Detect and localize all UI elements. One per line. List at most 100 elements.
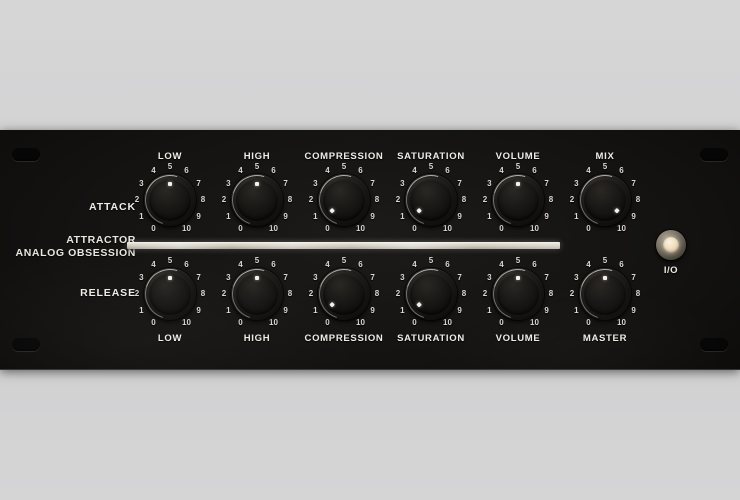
knob-scale-tick-6: 6 — [271, 260, 276, 270]
knob-scale-tick-8: 8 — [200, 289, 206, 298]
knob-scale-tick-4: 4 — [586, 260, 591, 270]
knob-bottom-low[interactable]: 0 1 2 3 4 5 6 7 8 9 10 — [128, 256, 212, 331]
knob-scale-tick-10: 10 — [617, 223, 626, 233]
knob-scale-tick-8: 8 — [548, 195, 554, 204]
knob-scale-tick-10: 10 — [269, 317, 278, 327]
knob-label-bottom-low: LOW — [157, 333, 183, 344]
knob-label-bottom-high: HIGH — [243, 333, 271, 344]
knob-top-low[interactable]: 0 1 2 3 4 5 6 7 8 9 10 — [128, 163, 212, 237]
knob-scale-tick-2: 2 — [221, 289, 227, 298]
knob-scale-tick-0: 0 — [499, 317, 504, 327]
knob-label-top-volume: VOLUME — [495, 151, 541, 162]
io-label: I/O — [663, 265, 679, 276]
knob-scale-tick-4: 4 — [499, 260, 504, 270]
knob-scale-tick-7: 7 — [544, 178, 549, 188]
knob-bottom-master[interactable]: 0 1 2 3 4 5 6 7 8 9 10 — [563, 256, 647, 331]
knob-scale-tick-7: 7 — [283, 178, 288, 188]
knob-scale-tick-7: 7 — [631, 272, 636, 282]
knob-label-bottom-master: MASTER — [582, 333, 628, 344]
knob-scale-tick-5: 5 — [602, 256, 608, 265]
knob-scale-tick-4: 4 — [151, 166, 156, 176]
knob-label-top-high: HIGH — [243, 151, 271, 162]
knob-scale-tick-2: 2 — [395, 289, 401, 298]
rack-panel: ATTRACTOR ANALOG OBSESSION ATTACK RELEAS… — [0, 130, 740, 370]
knob-scale-tick-10: 10 — [182, 223, 191, 233]
knob-scale-tick-3: 3 — [487, 272, 492, 282]
knob-top-compression[interactable]: 0 1 2 3 4 5 6 7 8 9 10 — [302, 163, 386, 237]
io-bypass-button[interactable] — [656, 230, 686, 260]
knob-scale-tick-2: 2 — [482, 289, 488, 298]
knob-body[interactable] — [144, 268, 196, 320]
row-label-release: RELEASE — [80, 287, 136, 299]
knob-scale-tick-9: 9 — [457, 305, 462, 315]
knob-bottom-compression[interactable]: 0 1 2 3 4 5 6 7 8 9 10 — [302, 256, 386, 331]
rack-mount-slot-top-right — [700, 148, 728, 161]
knob-label-top-low: LOW — [157, 151, 183, 162]
knob-body[interactable] — [405, 174, 457, 226]
knob-scale-tick-4: 4 — [325, 260, 330, 270]
knob-body[interactable] — [492, 174, 544, 226]
knob-scale-tick-3: 3 — [139, 178, 144, 188]
knob-scale-tick-4: 4 — [586, 166, 591, 176]
knob-scale-tick-6: 6 — [532, 166, 537, 176]
knob-scale-tick-5: 5 — [254, 256, 260, 265]
knob-scale-tick-10: 10 — [443, 223, 452, 233]
knob-scale-tick-1: 1 — [139, 211, 144, 221]
knob-body[interactable] — [405, 268, 457, 320]
knob-scale-tick-1: 1 — [487, 305, 492, 315]
knob-body[interactable] — [579, 268, 631, 320]
knob-scale-tick-7: 7 — [631, 178, 636, 188]
knob-scale-tick-3: 3 — [574, 178, 579, 188]
knob-scale-tick-9: 9 — [457, 211, 462, 221]
knob-top-saturation[interactable]: 0 1 2 3 4 5 6 7 8 9 10 — [389, 163, 473, 237]
knob-label-bottom-saturation: SATURATION — [397, 333, 465, 344]
knob-body[interactable] — [144, 174, 196, 226]
knob-scale-tick-7: 7 — [370, 178, 375, 188]
knob-scale-tick-6: 6 — [445, 260, 450, 270]
knob-scale-tick-5: 5 — [341, 256, 347, 265]
rack-mount-slot-bottom-left — [12, 338, 40, 351]
knob-scale-tick-7: 7 — [544, 272, 549, 282]
knob-scale-tick-6: 6 — [184, 166, 189, 176]
knob-scale-tick-8: 8 — [200, 195, 206, 204]
knob-scale-tick-3: 3 — [313, 272, 318, 282]
knob-scale-tick-10: 10 — [356, 223, 365, 233]
knob-top-volume[interactable]: 0 1 2 3 4 5 6 7 8 9 10 — [476, 162, 560, 237]
knob-scale-tick-4: 4 — [412, 166, 417, 176]
knob-scale-tick-8: 8 — [287, 289, 293, 298]
knob-top-mix[interactable]: 0 1 2 3 4 5 6 7 8 9 10 — [563, 163, 647, 237]
knob-body[interactable] — [318, 174, 370, 226]
knob-scale-tick-5: 5 — [515, 162, 521, 171]
knob-bottom-saturation[interactable]: 0 1 2 3 4 5 6 7 8 9 10 — [389, 257, 473, 331]
knob-scale-tick-3: 3 — [226, 272, 231, 282]
knob-bottom-high[interactable]: 0 1 2 3 4 5 6 7 8 9 10 — [215, 256, 299, 331]
knob-scale-tick-7: 7 — [370, 272, 375, 282]
knob-body[interactable] — [231, 174, 283, 226]
knob-body[interactable] — [579, 174, 631, 226]
knob-body[interactable] — [318, 268, 370, 320]
knob-scale-tick-3: 3 — [226, 178, 231, 188]
knob-top-high[interactable]: 0 1 2 3 4 5 6 7 8 9 10 — [215, 163, 299, 237]
knob-label-top-compression: COMPRESSION — [304, 151, 384, 162]
knob-bottom-volume[interactable]: 0 1 2 3 4 5 6 7 8 9 10 — [476, 257, 560, 331]
knob-body[interactable] — [231, 268, 283, 320]
knob-label-bottom-compression: COMPRESSION — [304, 333, 384, 344]
knob-scale-tick-5: 5 — [167, 256, 173, 265]
knob-scale-tick-0: 0 — [238, 317, 243, 327]
knob-body[interactable] — [492, 268, 544, 320]
knob-scale-tick-2: 2 — [134, 289, 140, 298]
knob-scale-tick-1: 1 — [574, 211, 579, 221]
rack-mount-slot-bottom-right — [700, 338, 728, 351]
knob-scale-tick-8: 8 — [635, 195, 641, 204]
knob-scale-tick-2: 2 — [221, 195, 227, 204]
knob-scale-tick-7: 7 — [457, 272, 462, 282]
knob-scale-tick-6: 6 — [271, 166, 276, 176]
knob-scale-tick-3: 3 — [400, 178, 405, 188]
rack-mount-slot-top-left — [12, 148, 40, 161]
knob-scale-tick-2: 2 — [308, 195, 314, 204]
knob-scale-tick-3: 3 — [400, 272, 405, 282]
knob-scale-tick-6: 6 — [532, 260, 537, 270]
brand-subtitle: ANALOG OBSESSION — [15, 247, 136, 259]
knob-scale-tick-2: 2 — [482, 195, 488, 204]
knob-scale-tick-7: 7 — [196, 178, 201, 188]
